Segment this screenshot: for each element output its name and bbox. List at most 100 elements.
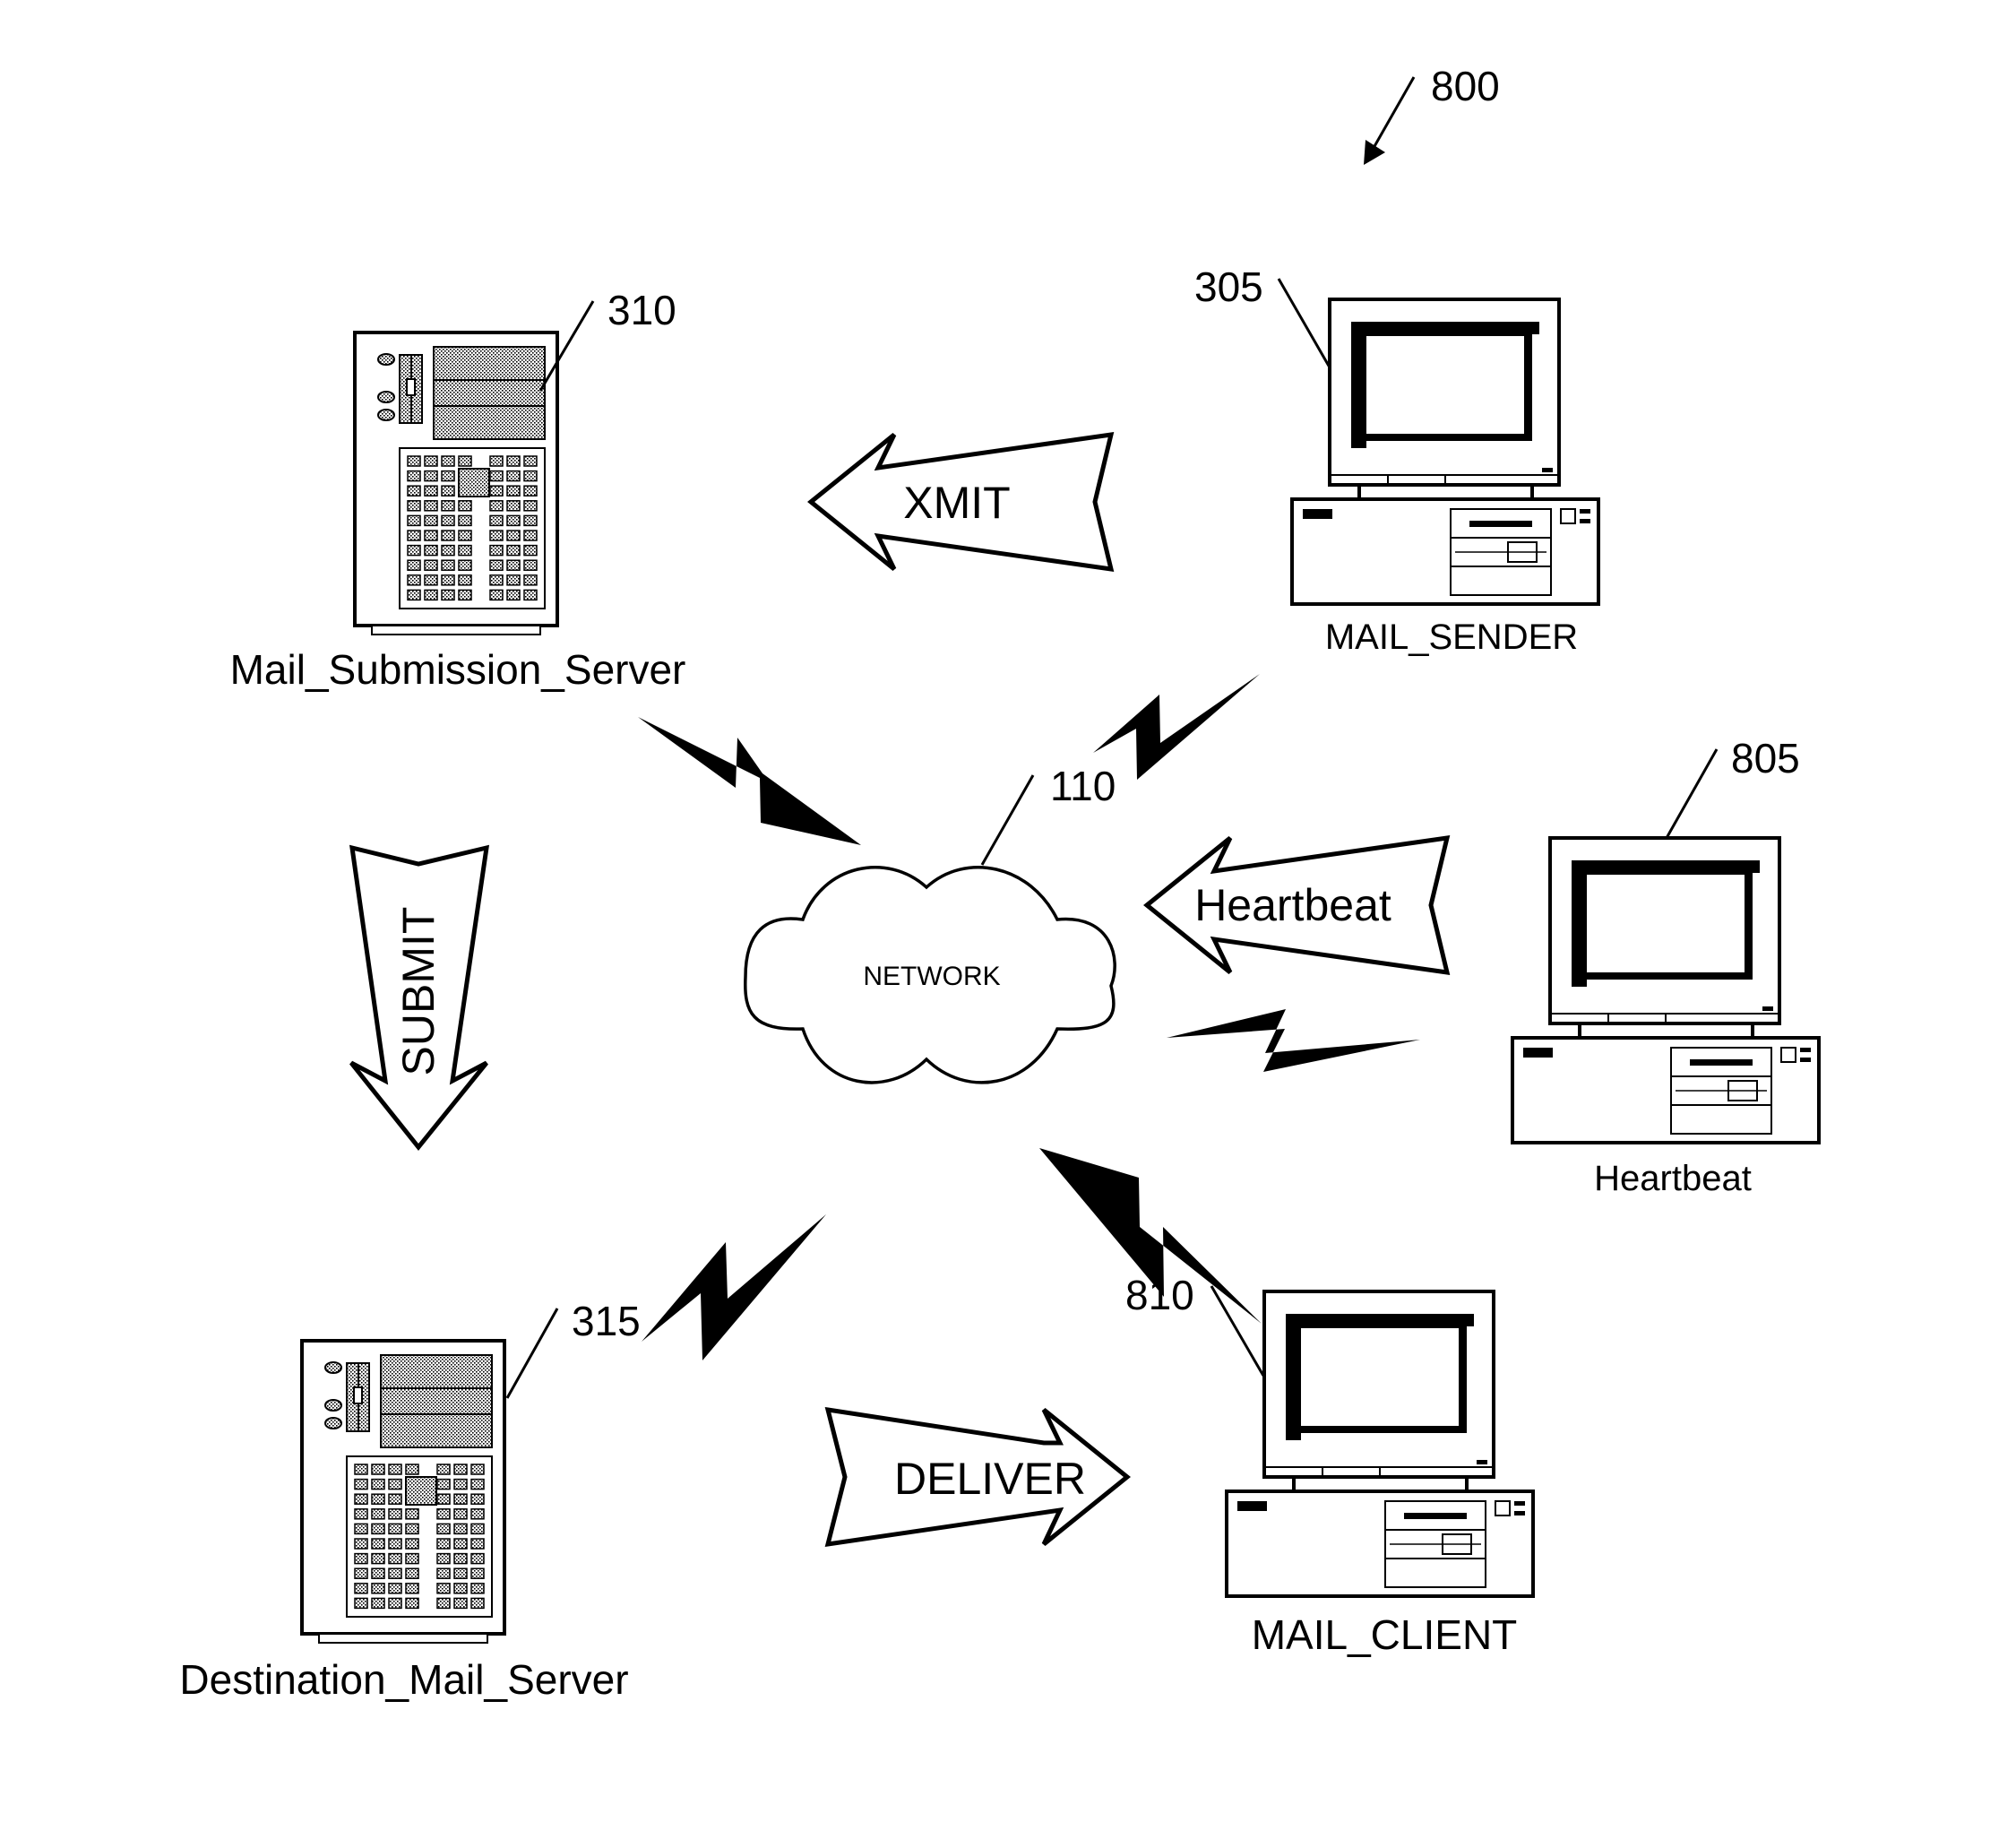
- vent-slot: [354, 1523, 368, 1535]
- xmit-arrow: XMIT: [807, 432, 1115, 572]
- vent-slot: [523, 500, 538, 512]
- vent-slot: [424, 455, 438, 467]
- vent-slot: [436, 1493, 451, 1505]
- vent-slot: [441, 559, 455, 571]
- vent-slot: [453, 1493, 468, 1505]
- vent-slot: [424, 470, 438, 482]
- vent-slot: [407, 589, 421, 601]
- vent-slot: [407, 559, 421, 571]
- vent-slot: [371, 1493, 385, 1505]
- vent-slot: [441, 589, 455, 601]
- vent-slot: [470, 1478, 485, 1490]
- vent-slot: [407, 574, 421, 586]
- vent-slot: [441, 530, 455, 541]
- ref-number-110: 110: [1050, 763, 1116, 809]
- vent-slot: [424, 589, 438, 601]
- ref-number-805: 805: [1731, 735, 1800, 781]
- lightning-bolt-icon: [1093, 674, 1260, 780]
- vent-slot: [388, 1552, 402, 1565]
- vent-slot: [489, 559, 504, 571]
- vent-slot: [489, 544, 504, 557]
- vent-slot: [523, 514, 538, 527]
- vent-slot: [453, 1478, 468, 1490]
- heartbeat-computer[interactable]: 805 Heartbeat: [1511, 735, 1821, 1198]
- vent-slot: [407, 544, 421, 557]
- deliver-arrow: DELIVER: [824, 1406, 1131, 1548]
- mail-submission-server[interactable]: 310 Mail_Submission_Server: [230, 287, 686, 693]
- desktop-computer-icon: [1225, 1290, 1535, 1598]
- vent-slot: [436, 1552, 451, 1565]
- panel-block: [405, 1476, 437, 1506]
- lightning-bolt-icon: [1167, 1009, 1420, 1072]
- vent-slot: [523, 455, 538, 467]
- vent-slot: [354, 1538, 368, 1550]
- vent-slot: [405, 1552, 419, 1565]
- vent-slot: [489, 514, 504, 527]
- ref-leader-line: [1210, 1285, 1265, 1377]
- vent-slot: [407, 485, 421, 497]
- heartbeat-arrow: Heartbeat: [1143, 835, 1451, 975]
- submit-label: SUBMIT: [393, 907, 444, 1076]
- ref-number-315: 315: [572, 1298, 641, 1344]
- panel-block: [458, 468, 490, 497]
- figure-number-label: 800: [1431, 63, 1500, 109]
- vent-slot: [453, 1464, 468, 1475]
- vent-slot: [453, 1508, 468, 1520]
- vent-slot: [407, 455, 421, 467]
- vent-slot: [523, 470, 538, 482]
- vent-slot: [458, 574, 472, 586]
- vent-slot: [436, 1597, 451, 1610]
- vent-slot: [436, 1567, 451, 1579]
- vent-slot: [506, 485, 521, 497]
- vent-slot: [436, 1508, 451, 1520]
- vent-slot: [424, 500, 438, 512]
- server-icon: [300, 1339, 506, 1645]
- vent-slot: [371, 1583, 385, 1594]
- vent-slot: [523, 589, 538, 601]
- vent-slot: [506, 500, 521, 512]
- vent-slot: [453, 1583, 468, 1594]
- vent-slot: [388, 1523, 402, 1535]
- mail-client-computer[interactable]: 810 MAIL_CLIENT: [1125, 1272, 1535, 1658]
- vent-slot: [424, 514, 438, 527]
- vent-slot: [405, 1523, 419, 1535]
- ref-number-310: 310: [607, 287, 676, 333]
- vent-slot: [470, 1567, 485, 1579]
- vent-slot: [506, 455, 521, 467]
- vent-slot: [405, 1508, 419, 1520]
- vent-slot: [470, 1493, 485, 1505]
- destination-mail-server[interactable]: 315 Destination_Mail_Server: [179, 1298, 640, 1703]
- vent-slot: [424, 544, 438, 557]
- vent-slot: [371, 1567, 385, 1579]
- figure-pointer-line: [1372, 76, 1416, 149]
- desktop-computer-icon: [1290, 298, 1600, 606]
- vent-slot: [407, 514, 421, 527]
- mail-sender-computer[interactable]: 305 MAIL_SENDER: [1194, 263, 1600, 657]
- ref-leader-line: [1277, 278, 1331, 368]
- vent-slot: [470, 1597, 485, 1610]
- vent-slot: [354, 1552, 368, 1565]
- vent-slot: [371, 1478, 385, 1490]
- ref-leader-line: [980, 774, 1035, 866]
- vent-slot: [405, 1583, 419, 1594]
- vent-slot: [388, 1464, 402, 1475]
- vent-slot: [388, 1597, 402, 1610]
- ref-leader-line: [505, 1308, 559, 1399]
- vent-slot: [436, 1464, 451, 1475]
- vent-slot: [523, 530, 538, 541]
- vent-slot: [506, 530, 521, 541]
- vent-slot: [506, 559, 521, 571]
- vent-slot: [523, 544, 538, 557]
- vent-slot: [371, 1523, 385, 1535]
- vent-slot: [371, 1597, 385, 1610]
- ref-number-305: 305: [1194, 263, 1263, 310]
- vent-slot: [388, 1567, 402, 1579]
- network-label: NETWORK: [863, 962, 1000, 991]
- vent-slot: [407, 530, 421, 541]
- vent-slot: [458, 500, 472, 512]
- vent-slot: [458, 589, 472, 601]
- vent-slot: [441, 514, 455, 527]
- vent-slot: [424, 485, 438, 497]
- node-label-mail-sender: MAIL_SENDER: [1325, 617, 1578, 657]
- vent-slot: [441, 470, 455, 482]
